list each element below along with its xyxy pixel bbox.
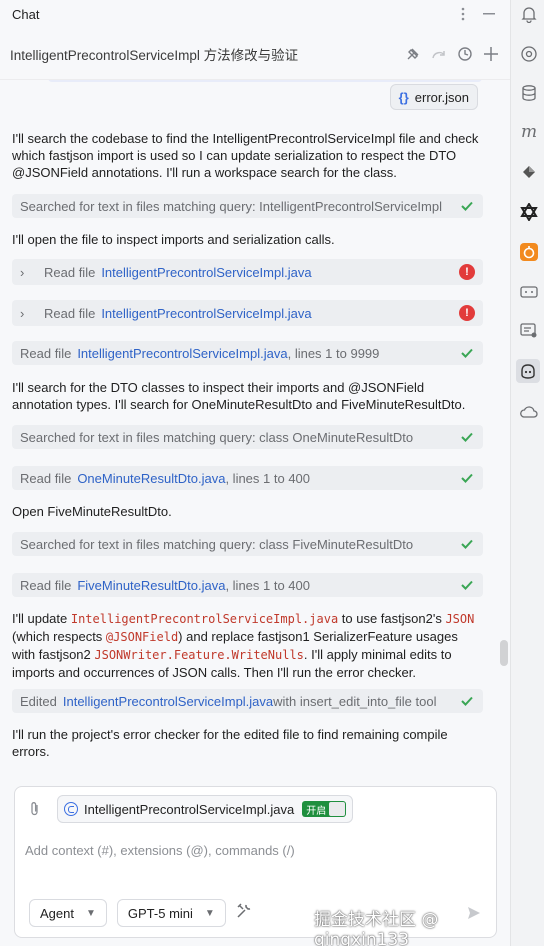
tool-step[interactable]: Read file OneMinuteResultDto.java , line… [12, 466, 483, 490]
inline-code: JSONWriter.Feature.WriteNulls [94, 648, 304, 662]
file-link[interactable]: IntelligentPrecontrolServiceImpl.java [101, 306, 311, 321]
m-icon[interactable]: m [519, 122, 539, 142]
plugin-icon[interactable] [519, 162, 539, 182]
code-review-icon[interactable] [519, 321, 539, 341]
tool-step-expandable[interactable]: › Read file IntelligentPrecontrolService… [12, 259, 483, 285]
check-icon [459, 536, 475, 552]
check-icon [459, 198, 475, 214]
file-link[interactable]: IntelligentPrecontrolServiceImpl.java [63, 694, 273, 709]
inline-code: IntelligentPrecontrolServiceImpl.java [70, 612, 339, 626]
file-link[interactable]: IntelligentPrecontrolServiceImpl.java [101, 265, 311, 280]
notifications-icon[interactable] [519, 4, 539, 24]
tool-step[interactable]: Edited IntelligentPrecontrolServiceImpl.… [12, 689, 483, 713]
assistant-message: I'll open the file to inspect imports an… [12, 232, 335, 247]
orange-app-icon[interactable] [519, 242, 539, 262]
chevron-right-icon[interactable]: › [20, 306, 30, 321]
step-suffix: with insert_edit_into_file tool [273, 693, 437, 709]
copilot-icon[interactable] [516, 359, 540, 383]
tool-step[interactable]: Searched for text in files matching quer… [12, 194, 483, 218]
inline-code: @JSONField [105, 630, 179, 644]
text-part: to use fastjson2's [338, 611, 446, 626]
attached-file-label: error.json [414, 89, 469, 105]
context-file-label: IntelligentPrecontrolServiceImpl.java [84, 801, 295, 817]
previous-message-edge [48, 80, 482, 82]
chat-panel: Chat IntelligentPrecontrolServiceImpl 方法… [0, 0, 510, 946]
model-label: GPT-5 mini [127, 905, 193, 921]
paperclip-icon[interactable] [29, 801, 41, 822]
step-prefix: Read file [20, 577, 72, 593]
chevron-down-icon: ▼ [204, 907, 215, 919]
mode-label: Agent [40, 905, 74, 921]
file-link[interactable]: IntelligentPrecontrolServiceImpl.java [77, 346, 287, 361]
tool-step-expandable[interactable]: › Read file IntelligentPrecontrolService… [12, 300, 483, 326]
json-braces-icon: {} [398, 89, 409, 105]
step-prefix: Read file [20, 470, 72, 486]
file-link[interactable]: OneMinuteResultDto.java [77, 471, 225, 486]
game-controller-icon[interactable] [519, 282, 539, 302]
database-icon[interactable] [519, 83, 539, 103]
minimize-icon[interactable] [480, 5, 498, 23]
session-title: IntelligentPrecontrolServiceImpl 方法修改与验证 [10, 47, 299, 63]
step-prefix: Read file [44, 264, 96, 280]
toggle-knob [329, 802, 346, 816]
pin-icon[interactable] [404, 45, 422, 63]
tool-step[interactable]: Read file FiveMinuteResultDto.java , lin… [12, 573, 483, 597]
tool-step[interactable]: Searched for text in files matching quer… [12, 532, 483, 556]
step-text: Searched for text in files matching quer… [20, 536, 414, 552]
chat-at-icon[interactable] [519, 44, 539, 64]
java-class-icon [64, 802, 78, 816]
tool-step[interactable]: Searched for text in files matching quer… [12, 425, 483, 449]
file-link[interactable]: FiveMinuteResultDto.java [77, 578, 225, 593]
history-icon[interactable] [456, 45, 474, 63]
assistant-message-rich: I'll update IntelligentPrecontrolService… [12, 610, 482, 681]
step-prefix: Read file [20, 345, 72, 361]
step-prefix: Edited [20, 693, 57, 709]
text-part: I'll update [12, 611, 71, 626]
new-chat-icon[interactable] [482, 45, 500, 63]
step-text: Searched for text in files matching quer… [20, 198, 442, 214]
check-icon [459, 470, 475, 486]
inline-code: JSON [445, 612, 475, 626]
check-icon [459, 429, 475, 445]
assistant-message: I'll search for the DTO classes to inspe… [12, 380, 466, 412]
cloud-sync-icon[interactable] [519, 402, 539, 422]
panel-header: Chat [0, 0, 510, 28]
step-suffix: , lines 1 to 400 [225, 470, 311, 486]
assistant-message: I'll run the project's error checker for… [12, 727, 448, 759]
tools-icon[interactable] [236, 902, 252, 924]
prompt-input[interactable]: Add context (#), extensions (@), command… [25, 843, 295, 858]
chevron-down-icon: ▼ [85, 907, 96, 919]
step-prefix: Read file [44, 305, 96, 321]
error-icon: ! [459, 305, 475, 321]
error-icon: ! [459, 264, 475, 280]
panel-title: Chat [12, 6, 40, 22]
session-bar: IntelligentPrecontrolServiceImpl 方法修改与验证 [0, 28, 510, 80]
context-toggle[interactable]: 开启 [302, 801, 347, 817]
check-icon [459, 577, 475, 593]
chevron-right-icon[interactable]: › [20, 265, 30, 280]
toggle-label: 开启 [306, 805, 327, 817]
check-icon [459, 345, 475, 361]
attached-file-chip[interactable]: {} error.json [389, 84, 478, 110]
model-dropdown[interactable]: GPT-5 mini ▼ [116, 899, 226, 927]
scrollbar-thumb[interactable] [500, 640, 508, 666]
step-suffix: , lines 1 to 400 [225, 577, 310, 593]
redo-icon[interactable] [430, 45, 448, 63]
check-icon [459, 693, 475, 709]
right-tool-strip: m [510, 0, 544, 946]
step-text: Searched for text in files matching quer… [20, 429, 414, 445]
tool-step[interactable]: Read file IntelligentPrecontrolServiceIm… [12, 341, 483, 365]
more-vertical-icon[interactable] [454, 5, 472, 23]
context-file-chip[interactable]: IntelligentPrecontrolServiceImpl.java 开启 [57, 795, 354, 823]
step-suffix: , lines 1 to 9999 [287, 345, 380, 361]
assistant-message: Open FiveMinuteResultDto. [12, 504, 172, 519]
ai-assistant-icon[interactable] [519, 202, 539, 222]
assistant-message: I'll search the codebase to find the Int… [12, 131, 479, 180]
conversation[interactable]: {} error.json I'll search the codebase t… [0, 80, 510, 772]
watermark: 掘金技术社区 @ qingxin133 [314, 910, 439, 946]
mode-dropdown[interactable]: Agent ▼ [29, 899, 107, 927]
text-part: (which respects [12, 629, 106, 644]
